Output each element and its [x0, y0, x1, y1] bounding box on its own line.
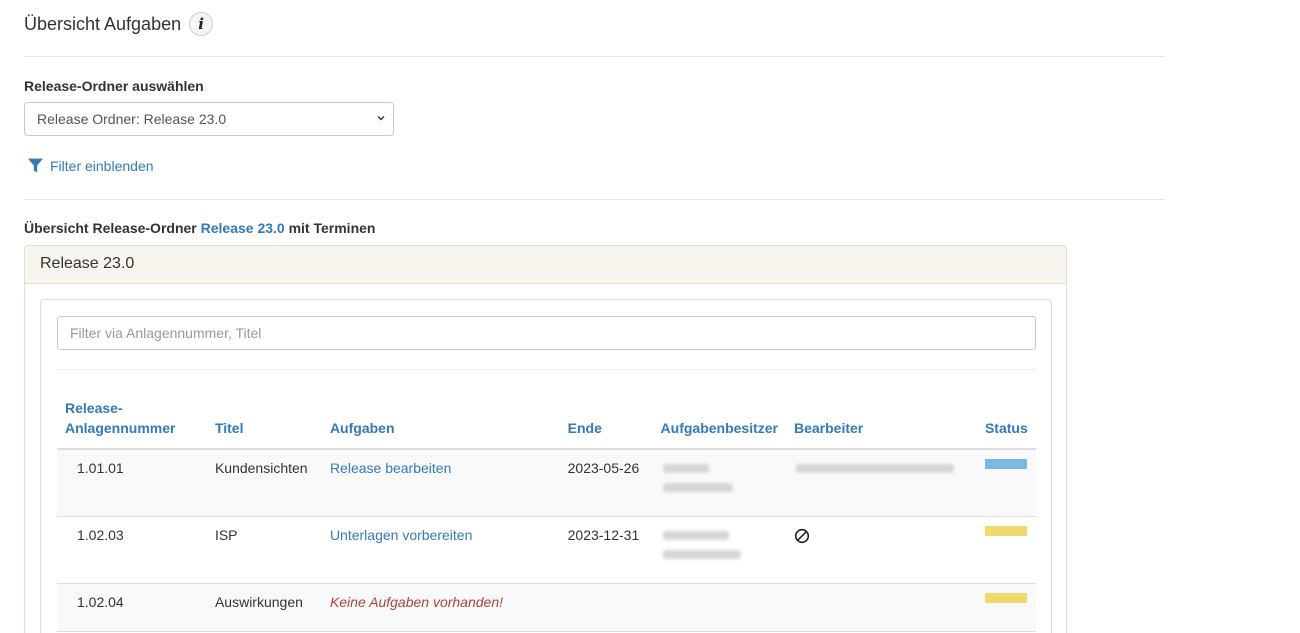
- task-link[interactable]: Release bearbeiten: [330, 460, 451, 476]
- col-header-release-line1: Release-: [65, 400, 123, 416]
- ban-icon: [794, 528, 810, 543]
- page-title: Übersicht Aufgaben: [24, 13, 182, 34]
- cell-ende: 2023-12-31: [559, 516, 653, 584]
- cell-owner-redacted: [652, 449, 786, 517]
- cell-status: [976, 583, 1036, 632]
- table-row: 1.02.04 Auswirkungen Keine Aufgaben vorh…: [57, 583, 1036, 632]
- col-header-bearbeiter[interactable]: Bearbeiter: [786, 392, 977, 450]
- filter-toggle-label: Filter einblenden: [50, 157, 154, 174]
- cell-status: [976, 516, 1036, 584]
- divider: [24, 199, 1165, 200]
- cell-owner: [652, 583, 786, 632]
- table-row: 1.01.01 Kundensichten Release bearbeiten…: [57, 449, 1036, 517]
- cell-editor: [786, 516, 977, 584]
- col-header-ende[interactable]: Ende: [559, 392, 653, 450]
- page-header: Übersicht Aufgaben i: [24, 12, 214, 36]
- task-link[interactable]: Unterlagen vorbereiten: [330, 527, 472, 543]
- info-icon[interactable]: i: [189, 12, 214, 36]
- overview-title: Übersicht Release-Ordner Release 23.0 mi…: [24, 220, 375, 236]
- filter-toggle-link[interactable]: Filter einblenden: [27, 157, 154, 174]
- cell-status: [976, 449, 1036, 517]
- panel-heading: Release 23.0: [25, 246, 1066, 284]
- release-panel: Release 23.0 Release- Anlagennummer Tite…: [24, 245, 1067, 633]
- release-select-label: Release-Ordner auswählen: [24, 78, 204, 94]
- release-folder-select[interactable]: Release Ordner: Release 23.0: [24, 102, 394, 136]
- status-indicator: [984, 592, 1027, 603]
- cell-owner-redacted: [652, 516, 786, 584]
- col-header-titel[interactable]: Titel: [206, 392, 322, 450]
- col-header-aufgaben[interactable]: Aufgaben: [321, 392, 560, 450]
- divider: [24, 56, 1165, 57]
- overview-prefix: Übersicht Release-Ordner: [24, 220, 197, 236]
- divider: [57, 369, 1036, 370]
- inner-panel: Release- Anlagennummer Titel Aufgaben En…: [40, 299, 1052, 633]
- col-header-status[interactable]: Status: [976, 392, 1036, 450]
- cell-nummer: 1.02.04: [57, 583, 207, 632]
- col-header-aufgabenbesitzer[interactable]: Aufgabenbesitzer: [652, 392, 786, 450]
- cell-ende: [559, 583, 653, 632]
- tasks-table: Release- Anlagennummer Titel Aufgaben En…: [57, 392, 1036, 632]
- cell-titel: ISP: [206, 516, 322, 584]
- cell-editor: [786, 583, 977, 632]
- table-header-row: Release- Anlagennummer Titel Aufgaben En…: [57, 392, 1036, 450]
- table-row: 1.02.03 ISP Unterlagen vorbereiten 2023-…: [57, 516, 1036, 584]
- cell-titel: Auswirkungen: [206, 583, 322, 632]
- overview-suffix: mit Terminen: [288, 220, 376, 236]
- filter-icon: [28, 158, 43, 173]
- cell-ende: 2023-05-26: [559, 449, 653, 517]
- no-tasks-message: Keine Aufgaben vorhanden!: [321, 583, 560, 632]
- cell-nummer: 1.02.03: [57, 516, 207, 584]
- col-header-release-line2: Anlagennummer: [65, 420, 176, 436]
- chevron-down-icon: [377, 116, 385, 121]
- cell-titel: Kundensichten: [206, 449, 322, 517]
- status-indicator: [984, 459, 1027, 469]
- release-select-value: Release Ordner: Release 23.0: [37, 111, 227, 127]
- cell-editor-redacted: [786, 449, 977, 517]
- cell-nummer: 1.01.01: [57, 449, 207, 517]
- col-header-release-nummer[interactable]: Release- Anlagennummer: [57, 392, 207, 450]
- overview-release-link[interactable]: Release 23.0: [201, 220, 285, 236]
- filter-input[interactable]: [57, 316, 1036, 350]
- status-indicator: [984, 525, 1027, 536]
